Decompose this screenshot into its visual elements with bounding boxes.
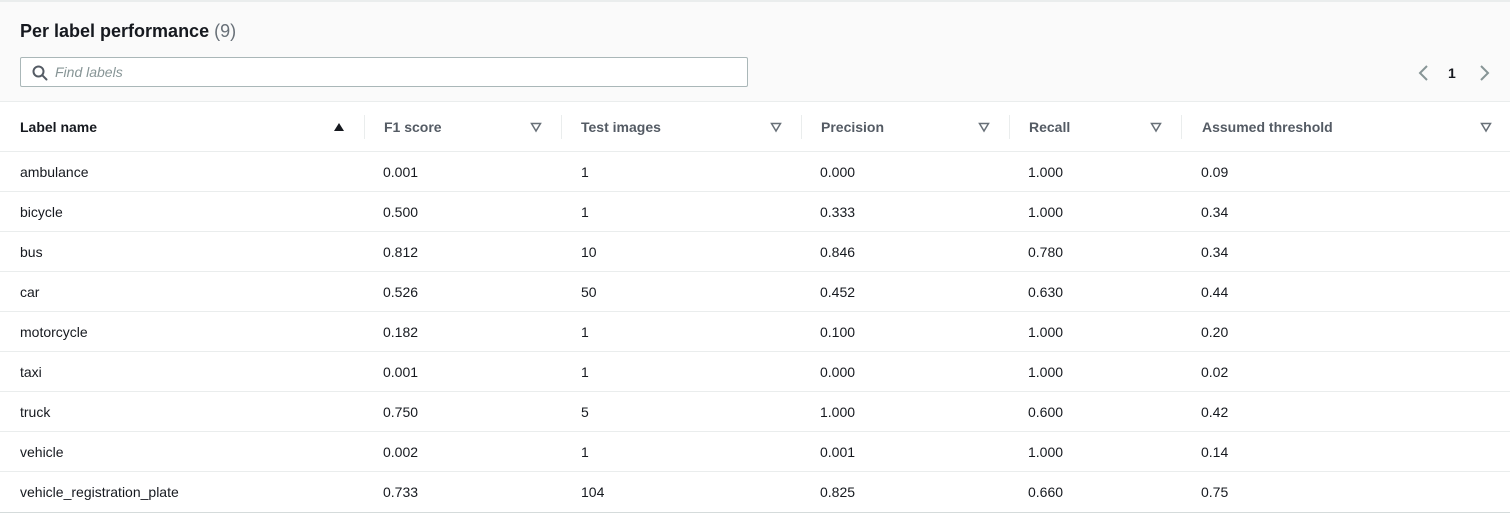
cell-label-name: motorcycle [20,324,88,340]
column-header-f1-score[interactable]: F1 score [384,102,562,152]
cell-recall: 1.000 [1028,364,1064,380]
cell-assumed-threshold: 0.34 [1201,244,1229,260]
cell-assumed-threshold: 0.34 [1201,204,1229,220]
column-divider [1181,115,1182,139]
sort-descending-icon [978,122,990,133]
column-divider [1009,115,1010,139]
table-row: bicycle 0.500 1 0.333 1.000 0.34 [0,192,1510,232]
cell-recall: 1.000 [1028,164,1064,180]
column-divider [801,115,802,139]
sort-ascending-icon [334,123,344,131]
column-divider [364,115,365,139]
cell-label-name: bus [20,244,43,260]
table-row: bus 0.812 10 0.846 0.780 0.34 [0,232,1510,272]
table-header-row: Label name F1 score Test images Precisio… [0,102,1510,152]
cell-precision: 0.452 [820,284,856,300]
table-row: motorcycle 0.182 1 0.100 1.000 0.20 [0,312,1510,352]
label-count: (9) [214,21,237,41]
column-header-precision[interactable]: Precision [821,102,1010,152]
cell-assumed-threshold: 0.75 [1201,484,1229,500]
cell-label-name: bicycle [20,204,63,220]
column-header-label: Precision [821,119,885,135]
cell-f1-score: 0.001 [383,364,419,380]
cell-recall: 1.000 [1028,204,1064,220]
column-header-label: Assumed threshold [1202,119,1333,135]
cell-precision: 0.000 [820,364,856,380]
cell-assumed-threshold: 0.44 [1201,284,1229,300]
sort-descending-icon [1480,122,1492,133]
cell-test-images: 1 [581,444,589,460]
cell-assumed-threshold: 0.02 [1201,364,1229,380]
cell-recall: 1.000 [1028,444,1064,460]
section-title-text: Per label performance [20,21,210,41]
cell-f1-score: 0.733 [383,484,419,500]
cell-test-images: 1 [581,324,589,340]
cell-test-images: 1 [581,364,589,380]
cell-precision: 0.333 [820,204,856,220]
panel-header: Per label performance (9) 1 [0,2,1510,102]
cell-assumed-threshold: 0.14 [1201,444,1229,460]
cell-test-images: 50 [581,284,597,300]
label-performance-table: Label name F1 score Test images Precisio… [0,102,1510,512]
table-row: vehicle_registration_plate 0.733 104 0.8… [0,472,1510,512]
sort-descending-icon [770,122,782,133]
per-label-performance-panel: Per label performance (9) 1 [0,0,1510,513]
cell-test-images: 104 [581,484,605,500]
cell-recall: 0.600 [1028,404,1064,420]
cell-recall: 0.630 [1028,284,1064,300]
search-box [20,57,748,87]
cell-f1-score: 0.001 [383,164,419,180]
cell-test-images: 1 [581,204,589,220]
cell-f1-score: 0.182 [383,324,419,340]
column-divider [561,115,562,139]
column-header-test-images[interactable]: Test images [581,102,802,152]
sort-descending-icon [1150,122,1162,133]
cell-precision: 0.846 [820,244,856,260]
column-header-label: F1 score [384,119,442,135]
cell-test-images: 5 [581,404,589,420]
cell-recall: 0.780 [1028,244,1064,260]
search-icon [32,65,48,81]
cell-recall: 0.660 [1028,484,1064,500]
column-header-label: Label name [20,119,98,135]
cell-test-images: 10 [581,244,597,260]
cell-precision: 0.825 [820,484,856,500]
cell-label-name: taxi [20,364,42,380]
cell-f1-score: 0.500 [383,204,419,220]
cell-recall: 1.000 [1028,324,1064,340]
cell-precision: 1.000 [820,404,856,420]
current-page-number[interactable]: 1 [1448,65,1456,81]
column-header-label-name[interactable]: Label name [20,102,365,152]
table-row: ambulance 0.001 1 0.000 1.000 0.09 [0,152,1510,192]
cell-label-name: vehicle [20,444,64,460]
column-header-label: Recall [1029,119,1071,135]
cell-f1-score: 0.002 [383,444,419,460]
cell-precision: 0.000 [820,164,856,180]
cell-f1-score: 0.750 [383,404,419,420]
column-header-label: Test images [581,119,661,135]
cell-assumed-threshold: 0.09 [1201,164,1229,180]
chevron-right-icon[interactable] [1476,64,1492,82]
column-header-recall[interactable]: Recall [1029,102,1182,152]
cell-assumed-threshold: 0.42 [1201,404,1229,420]
cell-precision: 0.100 [820,324,856,340]
cell-assumed-threshold: 0.20 [1201,324,1229,340]
cell-label-name: truck [20,404,51,420]
table-row: car 0.526 50 0.452 0.630 0.44 [0,272,1510,312]
cell-test-images: 1 [581,164,589,180]
search-input[interactable] [55,58,735,86]
cell-f1-score: 0.526 [383,284,419,300]
table-row: truck 0.750 5 1.000 0.600 0.42 [0,392,1510,432]
cell-precision: 0.001 [820,444,856,460]
table-row: taxi 0.001 1 0.000 1.000 0.02 [0,352,1510,392]
section-title: Per label performance (9) [20,21,236,42]
cell-label-name: ambulance [20,164,89,180]
sort-descending-icon [530,122,542,133]
cell-f1-score: 0.812 [383,244,419,260]
cell-label-name: car [20,284,40,300]
table-row: vehicle 0.002 1 0.001 1.000 0.14 [0,432,1510,472]
chevron-left-icon[interactable] [1416,64,1432,82]
column-header-assumed-threshold[interactable]: Assumed threshold [1202,102,1500,152]
cell-label-name: vehicle_registration_plate [20,484,179,500]
